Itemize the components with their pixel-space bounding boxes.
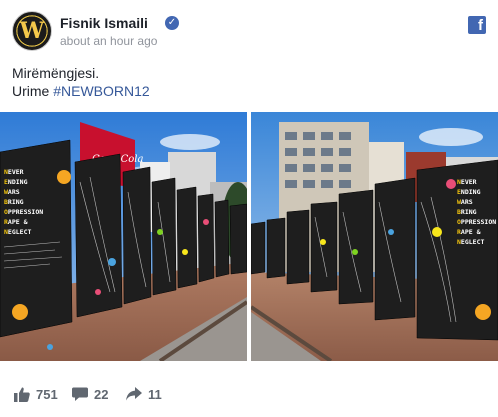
svg-text:BRING: BRING (457, 208, 477, 216)
svg-text:WARS: WARS (4, 188, 20, 196)
comment-count[interactable]: 22 (72, 385, 108, 403)
share-count[interactable]: 11 (126, 385, 162, 403)
svg-text:NEGLECT: NEGLECT (4, 228, 31, 236)
svg-text:WARS: WARS (457, 198, 473, 206)
svg-text:RAPE &: RAPE & (4, 218, 28, 226)
facebook-icon[interactable]: f (468, 16, 486, 34)
like-count[interactable]: 751 (14, 385, 58, 403)
svg-text:BRING: BRING (4, 198, 24, 206)
comment-icon (72, 387, 88, 401)
author-avatar[interactable]: W (12, 11, 52, 51)
post-text-line-2: Urime #NEWBORN12 (12, 82, 150, 100)
comment-count-value: 22 (94, 386, 109, 402)
svg-text:NEVER: NEVER (457, 178, 477, 186)
svg-text:OPPRESSION: OPPRESSION (457, 218, 496, 226)
svg-text:NEVER: NEVER (4, 168, 24, 176)
share-arrow-icon (126, 387, 142, 401)
svg-text:NEGLECT: NEGLECT (457, 238, 484, 246)
post-footer: 751 22 11 (0, 361, 498, 417)
share-count-value: 11 (148, 386, 162, 402)
hashtag-link[interactable]: #NEWBORN12 (53, 83, 149, 99)
post-timestamp[interactable]: about an hour ago (60, 34, 157, 48)
post-text-prefix: Urime (12, 83, 54, 99)
photo-right-image: NEVER ENDING WARS BRING OPPRESSION RAPE … (251, 112, 498, 361)
thumbs-up-icon (14, 387, 30, 402)
post-text-line-1: Mirëmëngjesi. (12, 65, 100, 81)
svg-text:ENDING: ENDING (4, 178, 28, 186)
svg-text:OPPRESSION: OPPRESSION (4, 208, 43, 216)
like-count-value: 751 (36, 386, 58, 402)
post-text: Mirëmëngjesi. Urime #NEWBORN12 (12, 64, 150, 100)
photo-right[interactable]: NEVER ENDING WARS BRING OPPRESSION RAPE … (251, 112, 498, 361)
avatar-letter: W (19, 18, 45, 44)
svg-text:RAPE &: RAPE & (457, 228, 481, 236)
photo-left-image: Coca-Cola (0, 112, 247, 361)
photo-left[interactable]: Coca-Cola (0, 112, 247, 361)
verified-badge-icon: ✓ (165, 16, 179, 30)
photo-grid: Coca-Cola (0, 112, 498, 361)
svg-text:ENDING: ENDING (457, 188, 481, 196)
facebook-post: W Fisnik Ismaili ✓ about an hour ago f M… (0, 0, 498, 417)
post-header: W Fisnik Ismaili ✓ about an hour ago f (12, 11, 486, 53)
author-name[interactable]: Fisnik Ismaili (60, 15, 148, 31)
